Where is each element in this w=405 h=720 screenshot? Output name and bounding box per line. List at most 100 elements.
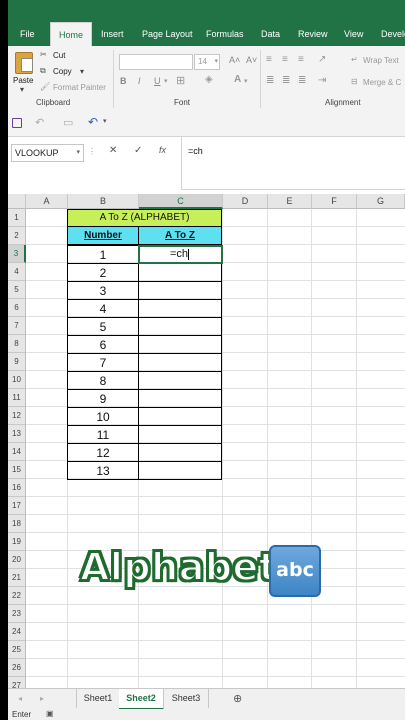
number-cell[interactable]: 11	[67, 425, 139, 444]
number-cell[interactable]: 9	[67, 389, 139, 408]
row-header[interactable]: 21	[8, 569, 26, 587]
row-header[interactable]: 14	[8, 443, 26, 461]
undo-icon[interactable]: ↶	[88, 115, 98, 129]
tab-file[interactable]: File	[20, 22, 35, 46]
tab-developer[interactable]: Develo	[381, 22, 405, 46]
enter-icon[interactable]: ✓	[134, 145, 142, 156]
tab-home[interactable]: Home	[50, 22, 93, 47]
row-header[interactable]: 4	[8, 263, 26, 281]
number-cell[interactable]: 8	[67, 371, 139, 390]
row-header[interactable]: 22	[8, 587, 26, 605]
column-header-d[interactable]: D	[223, 194, 268, 209]
row-header[interactable]: 1	[8, 209, 26, 227]
formula-input[interactable]: =ch	[181, 137, 405, 190]
row-header[interactable]: 5	[8, 281, 26, 299]
atoz-cell[interactable]	[138, 299, 222, 318]
macro-record-icon[interactable]: ▣	[46, 709, 54, 718]
align-middle-icon[interactable]: ≡	[282, 54, 288, 65]
column-header-e[interactable]: E	[268, 194, 312, 209]
sheet-tab-sheet2[interactable]: Sheet2	[119, 689, 164, 710]
align-bottom-icon[interactable]: ≡	[298, 54, 304, 65]
add-sheet-icon[interactable]: ⊕	[233, 692, 242, 705]
atoz-cell[interactable]	[138, 425, 222, 444]
font-color-icon[interactable]: A	[234, 74, 241, 85]
atoz-cell[interactable]	[138, 263, 222, 282]
row-header[interactable]: 12	[8, 407, 26, 425]
scroll-right-icon[interactable]: ▸	[40, 694, 44, 703]
sheet-tab-sheet1[interactable]: Sheet1	[76, 689, 120, 708]
scroll-left-icon[interactable]: ◂	[18, 694, 22, 703]
fill-color-icon[interactable]: ◈	[205, 74, 213, 85]
header-atoz-cell[interactable]: A To Z	[138, 227, 222, 245]
row-header[interactable]: 17	[8, 497, 26, 515]
row-header[interactable]: 26	[8, 659, 26, 677]
column-header-a[interactable]: A	[26, 194, 68, 209]
tab-review[interactable]: Review	[298, 22, 328, 46]
row-header[interactable]: 23	[8, 605, 26, 623]
atoz-cell[interactable]	[138, 389, 222, 408]
font-name-select[interactable]	[119, 54, 193, 70]
active-cell-c3[interactable]: =ch	[138, 245, 223, 264]
row-header[interactable]: 19	[8, 533, 26, 551]
atoz-cell[interactable]	[138, 461, 222, 480]
tab-formulas[interactable]: Formulas	[206, 22, 244, 46]
number-cell[interactable]: 5	[67, 317, 139, 336]
column-header-f[interactable]: F	[312, 194, 357, 209]
row-header[interactable]: 3	[8, 245, 26, 263]
atoz-cell[interactable]	[138, 317, 222, 336]
borders-icon[interactable]: ⊞	[176, 74, 185, 87]
sheet-tab-sheet3[interactable]: Sheet3	[164, 689, 209, 708]
italic-button[interactable]: I	[138, 76, 141, 86]
number-cell[interactable]: 10	[67, 407, 139, 426]
number-cell[interactable]: 3	[67, 281, 139, 300]
row-header[interactable]: 2	[8, 227, 26, 245]
row-header[interactable]: 11	[8, 389, 26, 407]
align-right-icon[interactable]: ≣	[298, 75, 306, 86]
undo-disabled-icon[interactable]: ↶	[35, 116, 44, 129]
name-box[interactable]: VLOOKUP ▾	[11, 144, 84, 162]
paste-button[interactable]: Paste ▾	[11, 50, 37, 94]
row-header[interactable]: 9	[8, 353, 26, 371]
row-header[interactable]: 18	[8, 515, 26, 533]
column-header-c[interactable]: C	[139, 194, 223, 209]
column-header-b[interactable]: B	[68, 194, 139, 209]
tab-data[interactable]: Data	[261, 22, 280, 46]
atoz-cell[interactable]	[138, 407, 222, 426]
atoz-cell[interactable]	[138, 335, 222, 354]
row-header[interactable]: 16	[8, 479, 26, 497]
select-all-corner[interactable]	[8, 194, 26, 209]
row-header[interactable]: 15	[8, 461, 26, 479]
underline-button[interactable]: U	[154, 76, 161, 86]
font-size-select[interactable]: 14 ▾	[194, 54, 220, 70]
row-header[interactable]: 8	[8, 335, 26, 353]
number-cell[interactable]: 12	[67, 443, 139, 462]
save-icon[interactable]	[12, 118, 22, 128]
number-cell[interactable]: 4	[67, 299, 139, 318]
cancel-icon[interactable]: ✕	[109, 145, 117, 156]
row-header[interactable]: 20	[8, 551, 26, 569]
insert-function-icon[interactable]: fx	[159, 145, 166, 155]
decrease-font-icon[interactable]: A˅	[246, 55, 257, 65]
number-cell[interactable]: 13	[67, 461, 139, 480]
align-center-icon[interactable]: ≣	[282, 75, 290, 86]
number-cell[interactable]: 2	[67, 263, 139, 282]
number-cell[interactable]: 1	[67, 245, 139, 264]
number-cell[interactable]: 7	[67, 353, 139, 372]
table-title-cell[interactable]: A To Z (ALPHABET)	[67, 209, 222, 227]
row-header[interactable]: 7	[8, 317, 26, 335]
row-header[interactable]: 24	[8, 623, 26, 641]
column-header-g[interactable]: G	[357, 194, 405, 209]
indent-icon[interactable]: ⇥	[318, 75, 326, 86]
atoz-cell[interactable]	[138, 443, 222, 462]
atoz-cell[interactable]	[138, 371, 222, 390]
print-preview-icon[interactable]: ▭	[63, 116, 73, 129]
tab-page-layout[interactable]: Page Layout	[142, 22, 193, 46]
row-header[interactable]: 13	[8, 425, 26, 443]
atoz-cell[interactable]	[138, 281, 222, 300]
align-top-icon[interactable]: ≡	[266, 54, 272, 65]
row-header[interactable]: 25	[8, 641, 26, 659]
row-header[interactable]: 10	[8, 371, 26, 389]
tab-view[interactable]: View	[344, 22, 363, 46]
number-cell[interactable]: 6	[67, 335, 139, 354]
row-header[interactable]: 6	[8, 299, 26, 317]
